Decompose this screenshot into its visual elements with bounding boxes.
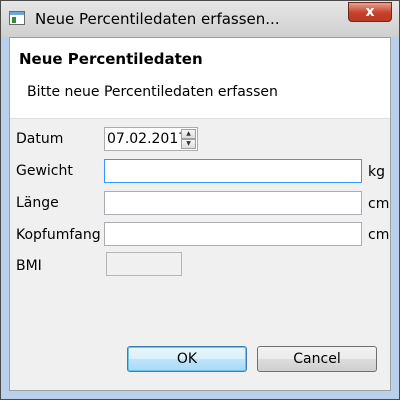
title-bar[interactable]: Neue Percentiledaten erfassen... x — [1, 1, 399, 37]
chevron-down-icon: ▼ — [186, 140, 191, 147]
close-icon: x — [365, 4, 375, 20]
dialog-content: Neue Percentiledaten Bitte neue Percenti… — [9, 37, 391, 391]
header-panel: Neue Percentiledaten Bitte neue Percenti… — [10, 38, 390, 119]
cancel-button[interactable]: Cancel — [257, 346, 377, 372]
window-title: Neue Percentiledaten erfassen... — [35, 10, 280, 28]
kopfumfang-label: Kopfumfang — [16, 227, 101, 243]
dialog-window: Neue Percentiledaten erfassen... x Neue … — [0, 0, 400, 400]
spin-down-button[interactable]: ▼ — [181, 139, 196, 149]
close-button[interactable]: x — [348, 2, 392, 22]
gewicht-input[interactable] — [104, 159, 362, 183]
gewicht-unit: kg — [368, 164, 385, 180]
spin-up-button[interactable]: ▲ — [181, 129, 196, 139]
chevron-up-icon: ▲ — [186, 130, 191, 137]
kopfumfang-unit: cm — [368, 227, 390, 243]
laenge-input[interactable] — [104, 191, 362, 215]
datum-label: Datum — [16, 131, 64, 147]
gewicht-label: Gewicht — [16, 163, 73, 179]
ok-button[interactable]: OK — [127, 346, 247, 372]
bmi-label: BMI — [16, 258, 42, 274]
header-title: Neue Percentiledaten — [19, 50, 203, 68]
kopfumfang-input[interactable] — [104, 222, 362, 246]
app-window-icon — [9, 11, 25, 25]
datum-value[interactable]: 07.02.2017 — [107, 131, 187, 147]
laenge-unit: cm — [368, 196, 390, 212]
laenge-label: Länge — [16, 195, 59, 211]
header-subtitle: Bitte neue Percentiledaten erfassen — [27, 84, 278, 100]
bmi-field — [106, 252, 182, 276]
datum-spinner[interactable]: ▲ ▼ — [181, 129, 196, 149]
datum-date-picker[interactable]: 07.02.2017 ▲ ▼ — [104, 127, 198, 151]
